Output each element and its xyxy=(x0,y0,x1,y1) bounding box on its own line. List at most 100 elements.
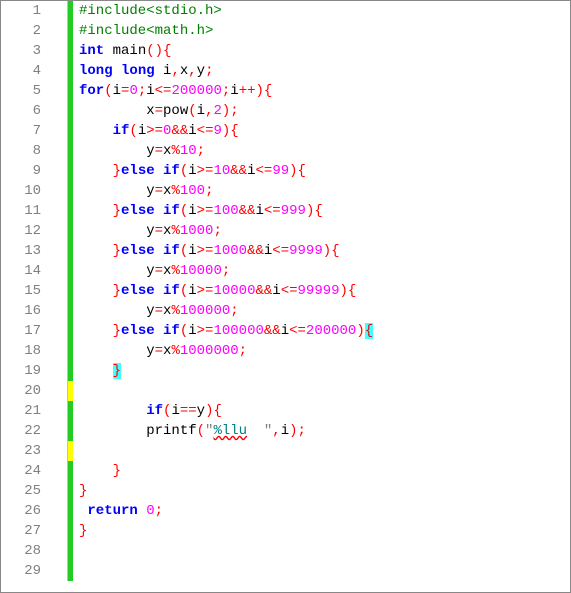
code-content[interactable]: if(i>=0&&i<=9){ xyxy=(73,121,239,141)
code-line[interactable]: 18 y=x%1000000; xyxy=(1,341,570,361)
code-content[interactable]: x=pow(i,2); xyxy=(73,101,239,121)
code-line[interactable]: 4long long i,x,y; xyxy=(1,61,570,81)
fold-gutter xyxy=(49,221,68,241)
code-content[interactable]: return 0; xyxy=(73,501,163,521)
line-number: 18 xyxy=(1,341,49,361)
code-content[interactable]: y=x%10; xyxy=(73,141,205,161)
code-line[interactable]: 13 }else if(i>=1000&&i<=9999){ xyxy=(1,241,570,261)
code-line[interactable]: 9 }else if(i>=10&&i<=99){ xyxy=(1,161,570,181)
code-line[interactable]: 23 xyxy=(1,441,570,461)
line-number: 6 xyxy=(1,101,49,121)
code-content[interactable]: }else if(i>=1000&&i<=9999){ xyxy=(73,241,340,261)
fold-gutter xyxy=(49,61,68,81)
code-content[interactable] xyxy=(73,381,79,401)
fold-gutter xyxy=(49,481,68,501)
code-line[interactable]: 1 #include<stdio.h> xyxy=(1,1,570,21)
code-line[interactable]: 15 }else if(i>=10000&&i<=99999){ xyxy=(1,281,570,301)
code-line[interactable]: 25} xyxy=(1,481,570,501)
code-line[interactable]: 29 xyxy=(1,561,570,581)
fold-gutter xyxy=(49,301,68,321)
code-content[interactable]: }else if(i>=10000&&i<=99999){ xyxy=(73,281,356,301)
fold-gutter xyxy=(49,261,68,281)
code-line[interactable]: 10 y=x%100; xyxy=(1,181,570,201)
line-number: 25 xyxy=(1,481,49,501)
fold-gutter xyxy=(49,281,68,301)
code-content[interactable]: for(i=0;i<=200000;i++){ xyxy=(73,81,272,101)
code-content[interactable]: }else if(i>=10&&i<=99){ xyxy=(73,161,306,181)
code-content[interactable]: y=x%1000000; xyxy=(73,341,247,361)
fold-gutter xyxy=(49,521,68,541)
code-content[interactable]: } xyxy=(73,481,87,501)
fold-gutter xyxy=(49,461,68,481)
fold-gutter xyxy=(49,161,68,181)
code-content[interactable]: #include<math.h> xyxy=(73,21,213,41)
code-content[interactable]: } xyxy=(73,461,121,481)
line-number: 10 xyxy=(1,181,49,201)
code-content[interactable]: y=x%10000; xyxy=(73,261,230,281)
line-number: 12 xyxy=(1,221,49,241)
fold-gutter xyxy=(49,101,68,121)
code-line[interactable]: 26 return 0; xyxy=(1,501,570,521)
line-number: 5 xyxy=(1,81,49,101)
code-line[interactable]: 2 #include<math.h> xyxy=(1,21,570,41)
code-line[interactable]: 20 xyxy=(1,381,570,401)
code-line[interactable]: 17 }else if(i>=100000&&i<=200000){ xyxy=(1,321,570,341)
line-number: 24 xyxy=(1,461,49,481)
line-number: 8 xyxy=(1,141,49,161)
line-number: 15 xyxy=(1,281,49,301)
code-content[interactable]: y=x%100; xyxy=(73,181,213,201)
line-number: 14 xyxy=(1,261,49,281)
code-content[interactable]: y=x%1000; xyxy=(73,221,222,241)
code-content[interactable]: printf("%llu ",i); xyxy=(73,421,306,441)
code-content[interactable] xyxy=(73,561,79,581)
line-number: 2 xyxy=(1,21,49,41)
fold-gutter xyxy=(49,41,68,61)
code-line[interactable]: 11 }else if(i>=100&&i<=999){ xyxy=(1,201,570,221)
code-line[interactable]: 24 } xyxy=(1,461,570,481)
code-line[interactable]: 5 for(i=0;i<=200000;i++){ xyxy=(1,81,570,101)
code-content[interactable]: y=x%100000; xyxy=(73,301,239,321)
fold-gutter xyxy=(49,241,68,261)
code-line[interactable]: 16 y=x%100000; xyxy=(1,301,570,321)
fold-gutter xyxy=(49,341,68,361)
code-content[interactable]: long long i,x,y; xyxy=(73,61,213,81)
line-number: 27 xyxy=(1,521,49,541)
code-content[interactable]: }else if(i>=100&&i<=999){ xyxy=(73,201,323,221)
code-editor[interactable]: 1 #include<stdio.h> 2 #include<math.h> 3 int … xyxy=(0,0,571,593)
code-line[interactable]: 14 y=x%10000; xyxy=(1,261,570,281)
code-line[interactable]: 8 y=x%10; xyxy=(1,141,570,161)
code-content[interactable]: #include<stdio.h> xyxy=(73,1,222,21)
fold-gutter xyxy=(49,381,68,401)
fold-gutter xyxy=(49,441,68,461)
code-content[interactable]: }else if(i>=100000&&i<=200000){ xyxy=(73,321,373,341)
code-line[interactable]: 21 if(i==y){ xyxy=(1,401,570,421)
code-line[interactable]: 28 xyxy=(1,541,570,561)
code-line[interactable]: 27} xyxy=(1,521,570,541)
fold-gutter xyxy=(49,181,68,201)
code-line[interactable]: 3 int main(){ xyxy=(1,41,570,61)
code-content[interactable] xyxy=(73,541,79,561)
fold-gutter xyxy=(49,401,68,421)
line-number: 21 xyxy=(1,401,49,421)
line-number: 29 xyxy=(1,561,49,581)
line-number: 20 xyxy=(1,381,49,401)
code-content[interactable]: if(i==y){ xyxy=(73,401,222,421)
code-line[interactable]: 22 printf("%llu ",i); xyxy=(1,421,570,441)
code-content[interactable]: } xyxy=(73,361,121,381)
code-content[interactable]: int main(){ xyxy=(73,41,171,61)
code-content[interactable]: } xyxy=(73,521,87,541)
fold-gutter xyxy=(49,81,68,101)
code-line[interactable]: 6 x=pow(i,2); xyxy=(1,101,570,121)
line-number: 3 xyxy=(1,41,49,61)
fold-gutter xyxy=(49,21,68,41)
fold-gutter xyxy=(49,141,68,161)
line-number: 7 xyxy=(1,121,49,141)
code-line[interactable]: 12 y=x%1000; xyxy=(1,221,570,241)
fold-gutter xyxy=(49,1,68,21)
line-number: 1 xyxy=(1,1,49,21)
code-line[interactable]: 7 if(i>=0&&i<=9){ xyxy=(1,121,570,141)
code-content[interactable] xyxy=(73,441,79,461)
fold-gutter xyxy=(49,361,68,381)
line-number: 19 xyxy=(1,361,49,381)
code-line[interactable]: 19 } xyxy=(1,361,570,381)
